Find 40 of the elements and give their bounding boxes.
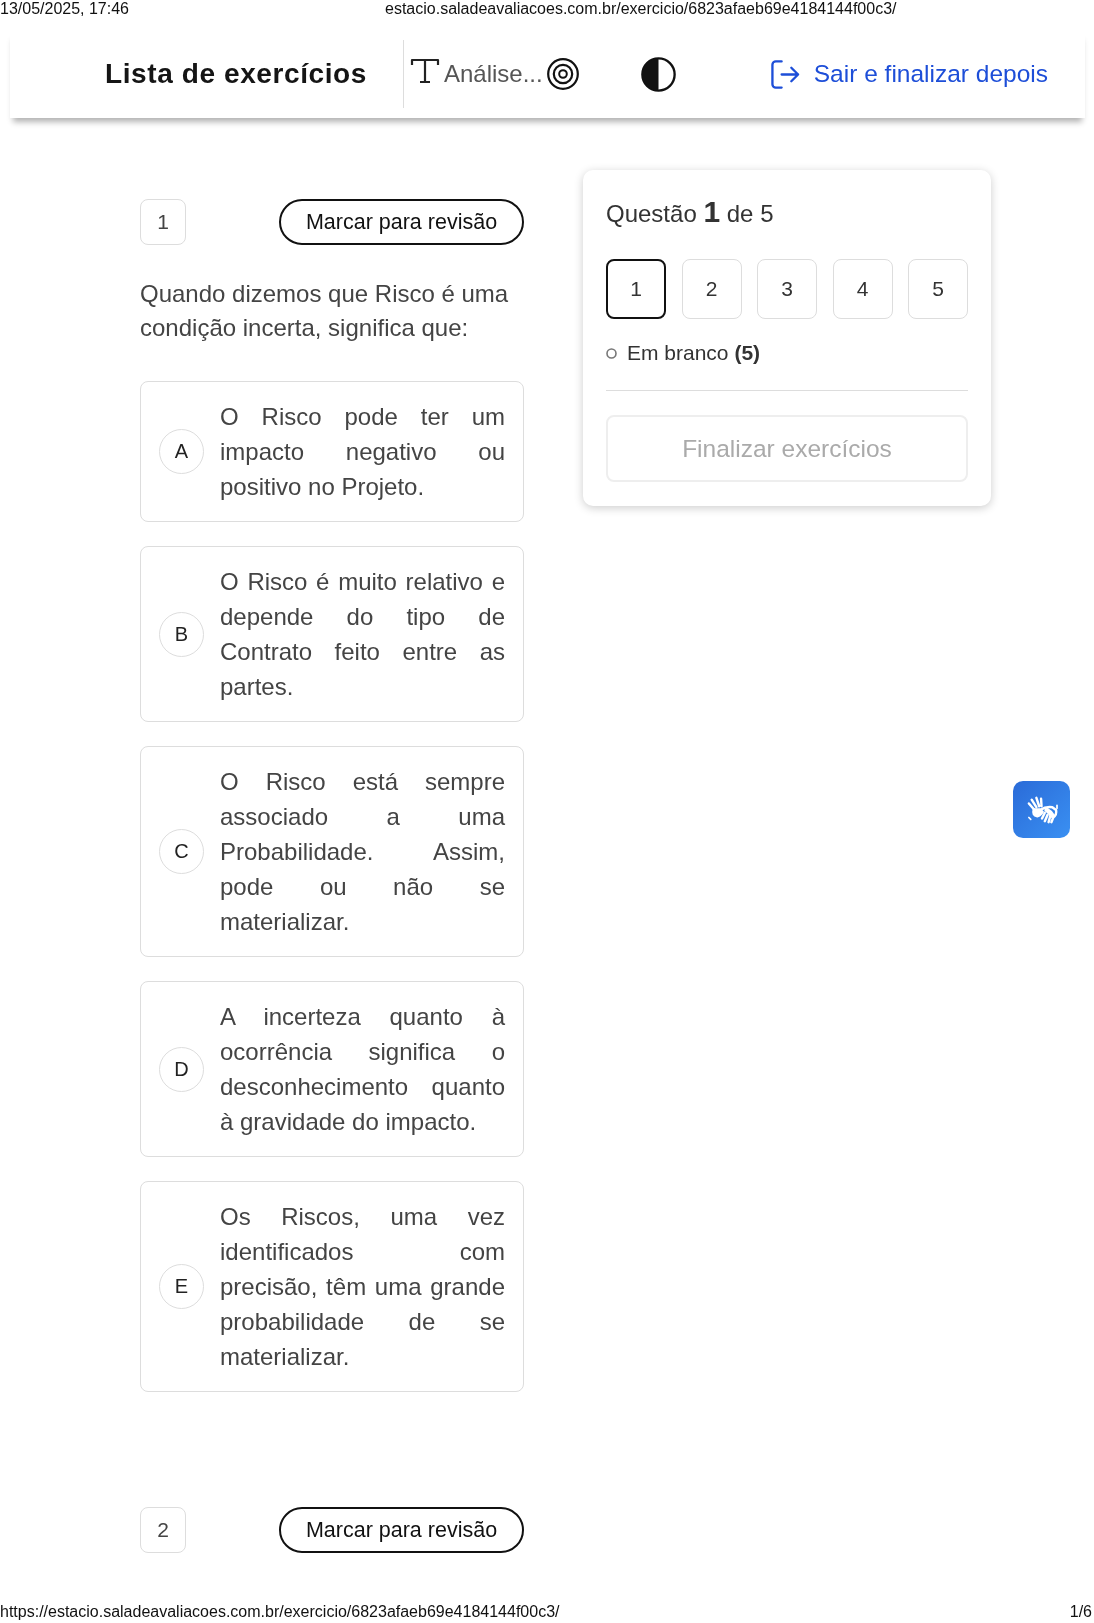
status-ring-icon: [606, 347, 617, 359]
logout-icon: [769, 58, 801, 90]
option-text: A incerteza quanto à ocorrência significa o desconhecimento quanto à gravidade do impacto.: [220, 1002, 505, 1137]
option-text: O Risco pode ter um impacto negativo ou positivo no Projeto.: [220, 402, 505, 502]
section-name: Análise...: [444, 60, 543, 88]
question-nav-button[interactable]: 1: [606, 259, 666, 319]
option-text: O Risco está sempre associado a uma Probabilidade. Assim, pode ou não se materializar.: [220, 767, 505, 937]
option-card[interactable]: C O Risco está sempre associado a uma Probabilidade. Assim, pode ou não se materializar.: [140, 746, 524, 957]
option-letter: E: [159, 1264, 204, 1309]
question-nav-button[interactable]: 3: [757, 259, 817, 319]
accessibility-button[interactable]: [1013, 781, 1070, 838]
review-button[interactable]: Marcar para revisão: [279, 1507, 524, 1553]
option-letter: C: [159, 829, 204, 874]
page-number: 1/6: [1069, 1603, 1092, 1622]
option-letter: D: [159, 1046, 204, 1092]
option-letter: B: [159, 611, 204, 657]
contrast-icon[interactable]: [640, 56, 676, 92]
option-card[interactable]: A O Risco pode ter um impacto negativo ou positivo no Projeto.: [140, 381, 524, 522]
question-number: 1: [140, 199, 186, 245]
question-nav-button[interactable]: 4: [832, 259, 893, 319]
question-nav-button[interactable]: 2: [681, 259, 742, 319]
question-statement: Quando dizemos que Risco é uma condição incerta, significa que:: [140, 279, 510, 343]
question-counter: Questão 1 de 5: [606, 195, 775, 230]
question-number: 2: [140, 1507, 186, 1553]
print-date: 13/05/2025, 17:46: [0, 0, 129, 17]
print-url: estacio.saladeavaliacoes.com.br/exercicio/6823afaeb69e4184144f00c3/: [385, 0, 897, 17]
print-url: https://estacio.saladeavaliacoes.com.br/exercicio/6823afaeb69e4184144f00c3/: [0, 1603, 560, 1622]
review-button[interactable]: Marcar para revisão: [279, 199, 524, 245]
option-text: Os Riscos, uma vez identificados com precisão, têm uma grande probabilidade de se materializar.: [220, 1202, 505, 1372]
exit-link[interactable]: Sair e finalizar depois: [769, 58, 1048, 90]
option-card[interactable]: B O Risco é muito relativo e depende do tipo de Contrato feito entre as partes.: [140, 546, 524, 722]
option-letter: A: [159, 429, 204, 474]
text-size-icon[interactable]: [410, 58, 440, 84]
blank-status: Em branco (5): [627, 341, 761, 365]
question-nav-button[interactable]: 5: [908, 259, 968, 319]
page-title: Lista de exercícios: [105, 58, 367, 90]
option-text: O Risco é muito relativo e depende do tipo de Contrato feito entre as partes.: [220, 567, 505, 702]
option-card[interactable]: D A incerteza quanto à ocorrência significa o desconhecimento quanto à gravidade do impacto.: [140, 981, 524, 1157]
target-icon[interactable]: [546, 58, 579, 90]
option-card[interactable]: E Os Riscos, uma vez identificados com precisão, têm uma grande probabilidade de se materializar.: [140, 1181, 524, 1392]
